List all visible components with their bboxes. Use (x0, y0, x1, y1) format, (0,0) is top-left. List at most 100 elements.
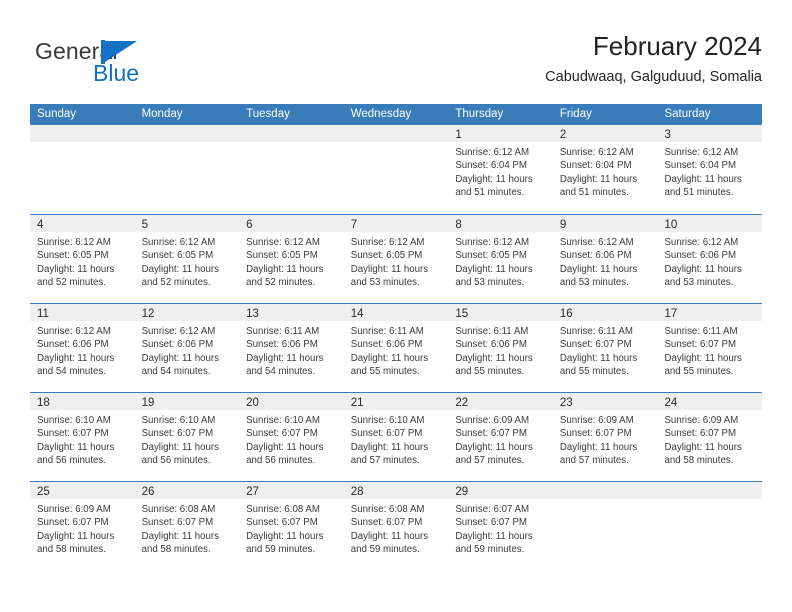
day-detail-line: and 57 minutes. (455, 455, 525, 467)
day-detail-line: Sunset: 6:07 PM (350, 428, 423, 440)
day-number-band: 11 (30, 304, 135, 321)
day-number-band: 17 (657, 304, 763, 321)
day-detail-line: Sunrise: 6:09 AM (559, 415, 634, 426)
day-detail-line: Daylight: 11 hours (350, 530, 429, 542)
calendar-day-cell[interactable]: 17 Sunrise: 6:11 AM Sunset: 6:07 PM Dayligh… (657, 304, 763, 392)
day-number-band: 13 (239, 304, 344, 321)
logo-text-blue: Blue (93, 60, 140, 86)
calendar-day-cell[interactable]: 8 Sunrise: 6:12 AM Sunset: 6:05 PM Daylight… (448, 215, 553, 303)
calendar-day-cell[interactable]: 27 Sunrise: 6:08 AM Sunset: 6:07 PM Dayligh… (239, 482, 344, 570)
day-number: 8 (455, 219, 462, 231)
calendar-day-cell[interactable]: 14 Sunrise: 6:11 AM Sunset: 6:06 PM Dayligh… (343, 304, 449, 392)
calendar-day-cell[interactable]: 10 Sunrise: 6:12 AM Sunset: 6:06 PM Dayligh… (657, 215, 763, 303)
day-detail-line: Daylight: 11 hours (664, 352, 742, 364)
day-number: 22 (455, 397, 469, 409)
day-number-band: 12 (134, 304, 240, 321)
day-detail-line: Daylight: 11 hours (455, 173, 533, 185)
day-detail-line: and 52 minutes. (37, 277, 106, 289)
day-number: 4 (37, 219, 44, 231)
day-detail-line: and 59 minutes. (350, 544, 420, 556)
day-detail-line: Daylight: 11 hours (141, 352, 219, 364)
calendar-day-cell[interactable]: 11 Sunrise: 6:12 AM Sunset: 6:06 PM Dayligh… (30, 304, 135, 392)
day-detail-line: Daylight: 11 hours (559, 441, 638, 453)
day-detail-line: and 56 minutes. (37, 455, 106, 467)
day-detail-line: Sunrise: 6:12 AM (559, 147, 634, 158)
day-details: Sunrise: 6:12 AM Sunset: 6:04 PM Daylight:… (657, 142, 762, 200)
day-detail-line: and 52 minutes. (246, 277, 316, 289)
calendar-day-cell[interactable]: 28 Sunrise: 6:08 AM Sunset: 6:07 PM Dayligh… (343, 482, 449, 570)
calendar-day-cell[interactable]: 6 Sunrise: 6:12 AM Sunset: 6:05 PM Daylight… (239, 215, 344, 303)
day-detail-line: Sunrise: 6:08 AM (246, 504, 320, 515)
day-detail-line: Sunrise: 6:12 AM (37, 326, 111, 337)
day-details: Sunrise: 6:09 AM Sunset: 6:07 PM Daylight:… (448, 410, 553, 468)
day-detail-line: Daylight: 11 hours (455, 352, 533, 364)
day-detail-line: Sunset: 6:04 PM (455, 160, 527, 172)
day-detail-line: Sunrise: 6:12 AM (455, 147, 530, 158)
calendar-day-cell[interactable]: 4 Sunrise: 6:12 AM Sunset: 6:05 PM Daylight… (30, 215, 135, 303)
day-detail-line: Sunset: 6:07 PM (455, 428, 527, 440)
calendar-day-cell[interactable]: 24 Sunrise: 6:09 AM Sunset: 6:07 PM Dayligh… (657, 393, 763, 481)
day-number: 18 (37, 397, 50, 409)
calendar-day-cell[interactable]: 16 Sunrise: 6:11 AM Sunset: 6:07 PM Dayligh… (552, 304, 658, 392)
day-number-band (657, 482, 763, 499)
day-number-band: 14 (343, 304, 449, 321)
calendar-day-cell[interactable]: 19 Sunrise: 6:10 AM Sunset: 6:07 PM Dayligh… (134, 393, 240, 481)
general-blue-logo[interactable]: General Blue (35, 38, 215, 90)
day-detail-line: Daylight: 11 hours (246, 530, 324, 542)
calendar-day-cell[interactable]: 20 Sunrise: 6:10 AM Sunset: 6:07 PM Dayligh… (239, 393, 344, 481)
day-detail-line: Sunrise: 6:09 AM (455, 415, 530, 426)
calendar-day-cell[interactable]: 15 Sunrise: 6:11 AM Sunset: 6:06 PM Dayligh… (448, 304, 553, 392)
day-details: Sunrise: 6:09 AM Sunset: 6:07 PM Daylight:… (657, 410, 762, 468)
day-detail-line: Sunrise: 6:11 AM (664, 326, 738, 337)
calendar-week-row: 4 Sunrise: 6:12 AM Sunset: 6:05 PM Daylight… (30, 214, 763, 303)
calendar-day-cell[interactable]: 29 Sunrise: 6:07 AM Sunset: 6:07 PM Dayligh… (448, 482, 553, 570)
day-details: Sunrise: 6:11 AM Sunset: 6:06 PM Daylight:… (448, 321, 553, 379)
day-detail-line: Sunrise: 6:12 AM (246, 237, 320, 248)
calendar-day-cell[interactable]: 22 Sunrise: 6:09 AM Sunset: 6:07 PM Dayligh… (448, 393, 553, 481)
day-detail-line: Daylight: 11 hours (664, 263, 742, 275)
calendar-day-cell[interactable]: 5 Sunrise: 6:12 AM Sunset: 6:05 PM Daylight… (134, 215, 240, 303)
calendar-week-row: 18 Sunrise: 6:10 AM Sunset: 6:07 PM Dayligh… (30, 392, 763, 481)
calendar-day-cell[interactable]: 1 Sunrise: 6:12 AM Sunset: 6:04 PM Daylight… (448, 125, 553, 214)
day-detail-line: Daylight: 11 hours (141, 263, 219, 275)
day-detail-line: Daylight: 11 hours (664, 173, 742, 185)
calendar-day-cell[interactable]: 26 Sunrise: 6:08 AM Sunset: 6:07 PM Dayligh… (134, 482, 240, 570)
calendar-day-cell[interactable]: 9 Sunrise: 6:12 AM Sunset: 6:06 PM Daylight… (552, 215, 658, 303)
day-detail-line: and 51 minutes. (455, 187, 525, 199)
day-number: 9 (559, 219, 567, 231)
day-details: Sunrise: 6:10 AM Sunset: 6:07 PM Daylight:… (30, 410, 135, 468)
calendar-day-cell[interactable]: 23 Sunrise: 6:09 AM Sunset: 6:07 PM Dayligh… (552, 393, 658, 481)
day-detail-line: Sunset: 6:07 PM (455, 517, 527, 529)
weekday-header-thursday: Thursday (455, 108, 504, 120)
day-detail-line: Sunrise: 6:12 AM (664, 147, 739, 158)
day-number-band: 27 (239, 482, 344, 499)
day-detail-line: Sunset: 6:07 PM (664, 339, 737, 351)
day-number-band: 22 (448, 393, 553, 410)
calendar-day-cell[interactable]: 3 Sunrise: 6:12 AM Sunset: 6:04 PM Daylight… (657, 125, 763, 214)
day-detail-line: Sunset: 6:06 PM (246, 339, 318, 351)
day-detail-line: and 53 minutes. (350, 277, 420, 289)
day-details: Sunrise: 6:12 AM Sunset: 6:05 PM Daylight:… (30, 232, 135, 290)
weekday-header-row: Sunday Monday Tuesday Wednesday Thursday Frid… (30, 104, 762, 125)
calendar-week-row: 1 Sunrise: 6:12 AM Sunset: 6:04 PM Daylight… (30, 125, 763, 214)
day-number-band: 16 (552, 304, 658, 321)
calendar-day-cell-empty (552, 482, 658, 570)
calendar-day-cell[interactable]: 21 Sunrise: 6:10 AM Sunset: 6:07 PM Dayligh… (343, 393, 449, 481)
calendar-day-cell[interactable]: 25 Sunrise: 6:09 AM Sunset: 6:07 PM Dayligh… (30, 482, 135, 570)
day-detail-line: and 59 minutes. (455, 544, 525, 556)
day-detail-line: Sunset: 6:07 PM (559, 428, 632, 440)
calendar-day-cell[interactable]: 2 Sunrise: 6:12 AM Sunset: 6:04 PM Daylight… (552, 125, 658, 214)
calendar-day-cell[interactable]: 7 Sunrise: 6:12 AM Sunset: 6:05 PM Daylight… (343, 215, 449, 303)
day-detail-line: Daylight: 11 hours (350, 352, 429, 364)
calendar-week-row: 11 Sunrise: 6:12 AM Sunset: 6:06 PM Dayligh… (30, 303, 763, 392)
day-details: Sunrise: 6:11 AM Sunset: 6:07 PM Daylight:… (657, 321, 762, 379)
day-detail-line: Sunrise: 6:12 AM (664, 237, 739, 248)
day-number-band: 18 (30, 393, 135, 410)
page-subtitle: Cabudwaaq, Galguduud, Somalia (545, 69, 762, 85)
day-number: 25 (37, 486, 50, 498)
day-detail-line: and 54 minutes. (141, 366, 211, 378)
day-detail-line: and 59 minutes. (246, 544, 316, 556)
calendar-day-cell[interactable]: 18 Sunrise: 6:10 AM Sunset: 6:07 PM Dayligh… (30, 393, 135, 481)
calendar-day-cell[interactable]: 13 Sunrise: 6:11 AM Sunset: 6:06 PM Dayligh… (239, 304, 344, 392)
calendar-day-cell[interactable]: 12 Sunrise: 6:12 AM Sunset: 6:06 PM Dayligh… (134, 304, 240, 392)
